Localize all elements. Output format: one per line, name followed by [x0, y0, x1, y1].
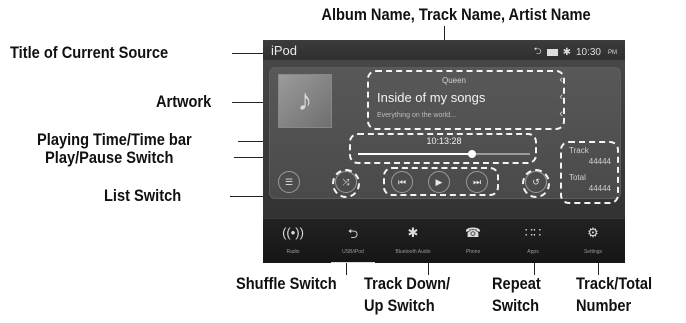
bluetooth-icon: ✱: [562, 47, 571, 58]
nav-phone[interactable]: ☎ Phone: [443, 219, 503, 263]
apps-icon: ∷∷: [524, 225, 542, 240]
nav-radio[interactable]: ((•)) Radio: [263, 219, 323, 263]
nav-apps[interactable]: ∷∷ Apps: [503, 219, 563, 263]
nav-bluetooth-audio[interactable]: ✱ Bluetooth Audio: [383, 219, 443, 263]
callout-title-source: Title of Current Source: [10, 43, 169, 62]
callout-up-switch: Up Switch: [364, 296, 435, 315]
settings-icon: ⚙: [587, 225, 599, 240]
clock-ampm: PM: [608, 49, 617, 56]
battery-icon: [546, 49, 558, 56]
clock: 10:30: [575, 47, 601, 58]
source-title: iPod: [271, 43, 298, 58]
repeat-highlight: [522, 169, 550, 198]
callout-track-total: Track/Total: [576, 274, 653, 293]
callout-play-pause: Play/Pause Switch: [45, 148, 174, 167]
track-total-highlight: [560, 141, 619, 204]
callout-list-switch: List Switch: [104, 186, 182, 205]
nav-label: Radio: [286, 249, 300, 255]
radio-icon: ((•)): [282, 225, 304, 240]
usb-ipod-icon: ⮌: [347, 226, 359, 241]
phone-icon: ☎: [464, 225, 482, 240]
usb-icon: ⮌: [533, 46, 542, 57]
nav-settings[interactable]: ⚙ Settings: [563, 219, 623, 263]
list-button[interactable]: ☰: [278, 171, 300, 193]
callout-track-down: Track Down/: [364, 274, 451, 293]
nav-label: Settings: [583, 249, 603, 255]
callout-repeat-switch: Switch: [492, 296, 540, 315]
time-highlight: [349, 133, 537, 164]
status-bar: iPod ⮌ ✱ 10:30 PM: [263, 40, 625, 60]
status-area: ⮌ ✱ 10:30 PM: [534, 44, 617, 61]
nav-usb-ipod[interactable]: ⮌ USB/iPod: [323, 219, 383, 263]
bottom-nav: ((•)) Radio ⮌ USB/iPod ✱ Bluetooth Audio…: [263, 218, 625, 263]
music-note-icon: ♪: [297, 84, 313, 117]
artwork: ♪: [278, 74, 332, 128]
callout-artwork: Artwork: [156, 92, 212, 111]
callout-album-track-artist: Album Name, Track Name, Artist Name: [321, 5, 591, 24]
nav-label: USB/iPod: [342, 249, 364, 255]
track-info-highlight: [367, 70, 565, 130]
active-tab-indicator: [331, 262, 375, 263]
callout-shuffle: Shuffle Switch: [236, 274, 337, 293]
prev-play-next-highlight: [383, 167, 499, 196]
bluetooth-audio-icon: ✱: [407, 225, 419, 240]
list-icon: ☰: [284, 177, 294, 187]
callout-repeat: Repeat: [492, 274, 541, 293]
callout-number: Number: [576, 296, 632, 315]
head-unit-screen: iPod ⮌ ✱ 10:30 PM ♪ Queen ‹ Inside of my …: [263, 40, 625, 263]
callout-playing-time: Playing Time/Time bar: [37, 130, 192, 149]
nav-label: Bluetooth Audio: [395, 249, 431, 255]
nav-label: Apps: [527, 249, 539, 255]
nav-label: Phone: [465, 249, 481, 255]
shuffle-highlight: [332, 169, 360, 198]
